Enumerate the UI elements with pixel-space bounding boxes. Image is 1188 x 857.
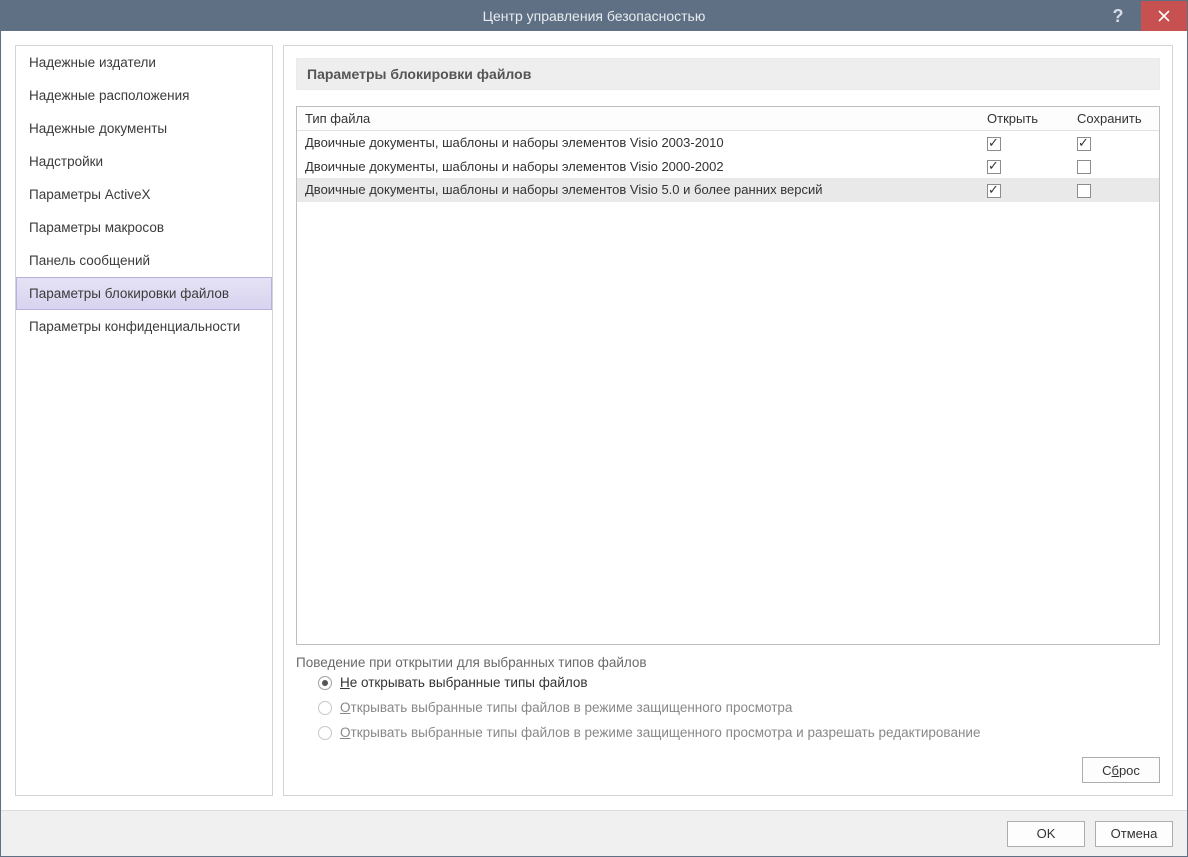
open-behavior-option[interactable]: Не открывать выбранные типы файлов [296, 670, 1160, 695]
radio-icon [318, 726, 332, 740]
category-sidebar: Надежные издателиНадежные расположенияНа… [15, 45, 273, 796]
sidebar-item[interactable]: Панель сообщений [16, 244, 272, 277]
sidebar-item[interactable]: Параметры ActiveX [16, 178, 272, 211]
window-title: Центр управления безопасностью [1, 8, 1187, 24]
sidebar-item[interactable]: Надежные расположения [16, 79, 272, 112]
col-open[interactable]: Открыть [979, 107, 1069, 131]
open-behavior-option: Открывать выбранные типы файлов в режиме… [296, 695, 1160, 720]
dialog-footer: OK Отмена [1, 810, 1187, 856]
help-button[interactable]: ? [1095, 1, 1141, 31]
radio-label: Не открывать выбранные типы файлов [340, 675, 588, 690]
open-checkbox[interactable] [987, 160, 1001, 174]
col-file-type[interactable]: Тип файла [297, 107, 979, 131]
close-button[interactable] [1141, 1, 1187, 31]
save-checkbox[interactable] [1077, 160, 1091, 174]
file-type-cell: Двоичные документы, шаблоны и наборы эле… [297, 155, 979, 179]
table-row[interactable]: Двоичные документы, шаблоны и наборы эле… [297, 155, 1159, 179]
radio-icon[interactable] [318, 676, 332, 690]
save-checkbox[interactable] [1077, 137, 1091, 151]
radio-label: Открывать выбранные типы файлов в режиме… [340, 725, 980, 740]
col-save[interactable]: Сохранить [1069, 107, 1159, 131]
window-buttons: ? [1095, 1, 1187, 31]
sidebar-item[interactable]: Надстройки [16, 145, 272, 178]
cancel-button[interactable]: Отмена [1095, 821, 1173, 847]
sidebar-item[interactable]: Параметры макросов [16, 211, 272, 244]
titlebar: Центр управления безопасностью ? [1, 1, 1187, 31]
file-type-cell: Двоичные документы, шаблоны и наборы эле… [297, 131, 979, 155]
file-block-table: Тип файла Открыть Сохранить Двоичные док… [296, 106, 1160, 645]
trust-center-dialog: Центр управления безопасностью ? Надежны… [0, 0, 1188, 857]
file-type-cell: Двоичные документы, шаблоны и наборы эле… [297, 178, 979, 202]
sidebar-item[interactable]: Надежные документы [16, 112, 272, 145]
reset-button[interactable]: Сброс [1082, 757, 1160, 783]
ok-button[interactable]: OK [1007, 821, 1085, 847]
table-row[interactable]: Двоичные документы, шаблоны и наборы эле… [297, 178, 1159, 202]
settings-panel: Параметры блокировки файлов Тип файла От… [283, 45, 1173, 796]
behavior-label: Поведение при открытии для выбранных тип… [296, 655, 1160, 670]
sidebar-item[interactable]: Параметры блокировки файлов [16, 277, 272, 310]
radio-label: Открывать выбранные типы файлов в режиме… [340, 700, 792, 715]
panel-heading: Параметры блокировки файлов [296, 58, 1160, 90]
open-behavior-option: Открывать выбранные типы файлов в режиме… [296, 720, 1160, 745]
open-checkbox[interactable] [987, 137, 1001, 151]
save-checkbox[interactable] [1077, 184, 1091, 198]
sidebar-item[interactable]: Параметры конфиденциальности [16, 310, 272, 343]
radio-icon [318, 701, 332, 715]
dialog-body: Надежные издателиНадежные расположенияНа… [1, 31, 1187, 810]
close-icon [1158, 10, 1170, 22]
sidebar-item[interactable]: Надежные издатели [16, 46, 272, 79]
table-row[interactable]: Двоичные документы, шаблоны и наборы эле… [297, 131, 1159, 155]
open-checkbox[interactable] [987, 184, 1001, 198]
